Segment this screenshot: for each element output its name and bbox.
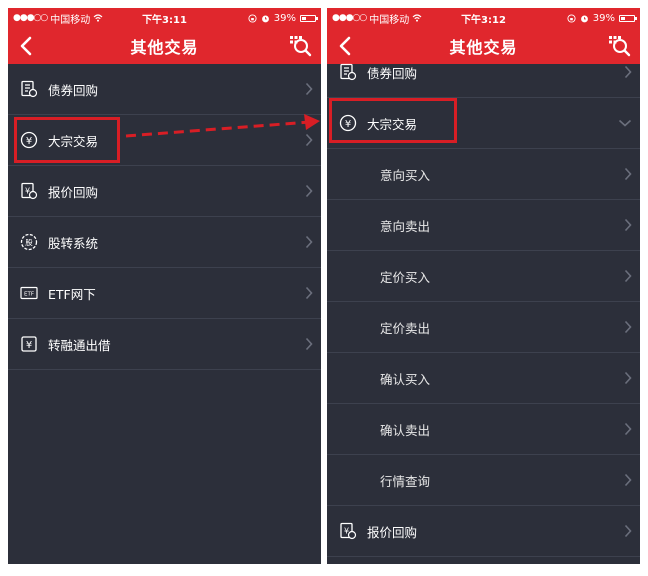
battery-percent: 39% [592, 12, 615, 24]
etf-icon: ETF [20, 284, 38, 302]
submenu-item-confirm-sell[interactable]: 确认卖出 [327, 404, 640, 455]
yen-circle-icon: ¥ [339, 114, 357, 132]
svg-text:¥: ¥ [345, 119, 351, 130]
menu-item-label: 报价回购 [367, 524, 418, 540]
chevron-right-icon [305, 82, 313, 96]
submenu-item-fixed-price-sell[interactable]: 定价卖出 [327, 302, 640, 353]
menu-item-label: 定价买入 [380, 269, 431, 285]
bond-repo-icon [339, 63, 357, 81]
trade-menu-list-expanded: 债券回购 ¥ 大宗交易 意向买入 意向卖出 定价买入 定价卖出 确认买入 确认卖… [327, 63, 640, 564]
quote-repo-icon: ¥ [339, 522, 357, 540]
menu-item-bond-repo[interactable]: 债券回购 [327, 47, 640, 98]
quote-repo-icon: ¥ [20, 182, 38, 200]
right-phone-screen: ●●●○○ 中国移动 下午3:12 39% 其他交易 债券回购 ¥ 大宗交易 意… [327, 8, 640, 564]
nav-bar: 其他交易 [8, 28, 321, 64]
submenu-item-confirm-buy[interactable]: 确认买入 [327, 353, 640, 404]
menu-item-label: 股转系统 [48, 235, 99, 251]
chevron-right-icon [624, 218, 632, 232]
chevron-right-icon [624, 320, 632, 334]
chevron-right-icon [624, 371, 632, 385]
back-chevron-icon[interactable] [16, 35, 38, 57]
rotation-lock-icon [567, 13, 576, 23]
menu-item-label: 债券回购 [48, 82, 99, 98]
menu-item-share-transfer[interactable]: 股 股转系统 [8, 217, 321, 268]
chevron-right-icon [305, 184, 313, 198]
menu-item-label: 行情查询 [380, 473, 431, 489]
status-bar: ●●●○○ 中国移动 下午3:11 39% [8, 8, 321, 28]
svg-text:ETF: ETF [24, 292, 34, 298]
chevron-right-icon [624, 473, 632, 487]
menu-item-label: 确认卖出 [380, 422, 431, 438]
menu-item-label: 意向买入 [380, 167, 431, 183]
submenu-item-fixed-price-buy[interactable]: 定价买入 [327, 251, 640, 302]
chevron-right-icon [305, 337, 313, 351]
chevron-right-icon [624, 422, 632, 436]
menu-item-block-trade-expanded[interactable]: ¥ 大宗交易 [327, 98, 640, 149]
menu-item-label: 债券回购 [367, 65, 418, 81]
left-phone-screen: ●●●○○ 中国移动 下午3:11 39% 其他交易 债券回购 ¥ 大宗交易 ¥… [8, 8, 321, 564]
menu-item-label: 意向卖出 [380, 218, 431, 234]
menu-item-label: 确认买入 [380, 371, 431, 387]
svg-text:股: 股 [25, 238, 33, 247]
alarm-icon [261, 15, 269, 22]
menu-item-quote-repo[interactable]: ¥ 报价回购 [8, 166, 321, 217]
menu-item-label: 定价卖出 [380, 320, 431, 336]
menu-item-label: 大宗交易 [48, 133, 99, 149]
menu-item-quote-repo[interactable]: ¥ 报价回购 [327, 506, 640, 557]
yen-box-icon: ¥ [20, 335, 38, 353]
submenu-item-intent-buy[interactable]: 意向买入 [327, 149, 640, 200]
alarm-icon [580, 15, 588, 22]
chevron-right-icon [624, 167, 632, 181]
battery-icon [619, 14, 637, 22]
status-bar: ●●●○○ 中国移动 下午3:12 39% [327, 8, 640, 28]
svg-text:¥: ¥ [26, 136, 32, 147]
battery-percent: 39% [273, 12, 296, 24]
menu-item-bond-repo[interactable]: 债券回购 [8, 64, 321, 115]
chevron-right-icon [305, 286, 313, 300]
chevron-right-icon [305, 235, 313, 249]
chevron-right-icon [624, 269, 632, 283]
battery-icon [300, 14, 318, 22]
yen-circle-icon: ¥ [20, 131, 38, 149]
menu-item-label: 报价回购 [48, 184, 99, 200]
menu-item-etf-offline[interactable]: ETF ETF网下 [8, 268, 321, 319]
chevron-right-icon [624, 65, 632, 79]
submenu-item-intent-sell[interactable]: 意向卖出 [327, 200, 640, 251]
menu-item-label: 转融通出借 [48, 337, 111, 353]
submenu-item-quote-query[interactable]: 行情查询 [327, 455, 640, 506]
svg-text:¥: ¥ [26, 340, 32, 351]
rotation-lock-icon [248, 13, 257, 23]
menu-item-label: 大宗交易 [367, 116, 418, 132]
share-transfer-icon: 股 [20, 233, 38, 251]
menu-item-label: ETF网下 [48, 286, 96, 302]
menu-item-refinancing-lend[interactable]: ¥ 转融通出借 [8, 319, 321, 370]
bond-repo-icon [20, 80, 38, 98]
chevron-down-icon [618, 119, 632, 127]
chevron-right-icon [624, 524, 632, 538]
search-grid-icon[interactable] [287, 33, 313, 59]
page-title: 其他交易 [130, 38, 199, 57]
dashed-arrow-icon [125, 114, 320, 138]
